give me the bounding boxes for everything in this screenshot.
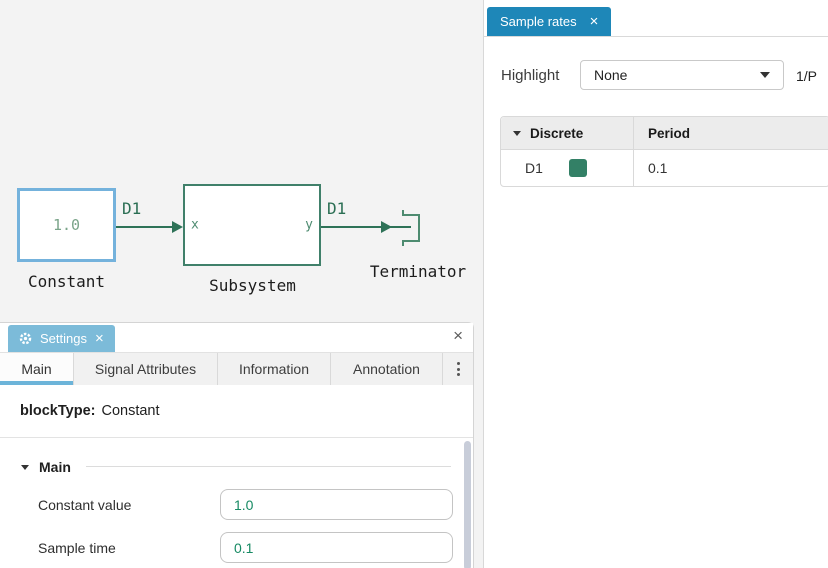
constant-value-label: Constant value xyxy=(38,497,131,513)
constant-value-input[interactable] xyxy=(220,489,453,520)
rate-color-swatch xyxy=(569,159,587,177)
close-icon[interactable]: × xyxy=(95,331,104,346)
signal-label-d1-2[interactable]: D1 xyxy=(327,199,346,218)
settings-content: Main Constant value Sample time xyxy=(0,438,473,568)
rate-period-cell: 0.1 xyxy=(633,150,828,186)
highlight-dropdown[interactable]: None xyxy=(580,60,784,90)
tab-sample-rates-label: Sample rates xyxy=(500,14,577,29)
subsystem-input-port: x xyxy=(191,218,199,233)
gear-icon xyxy=(19,332,32,345)
table-header-row: Discrete Period xyxy=(501,117,828,150)
close-icon[interactable]: × xyxy=(590,14,599,29)
rate-legend: 1/P xyxy=(796,68,817,84)
sample-rates-table: Discrete Period D1 0.1 xyxy=(500,116,828,187)
tab-sample-rates[interactable]: Sample rates × xyxy=(487,7,611,36)
terminator-block-label: Terminator xyxy=(368,262,468,281)
tab-signal-attributes[interactable]: Signal Attributes xyxy=(74,353,218,385)
close-icon[interactable]: × xyxy=(453,327,463,344)
tab-settings-label: Settings xyxy=(40,331,87,346)
settings-panel: Settings × × Main Signal Attributes Info… xyxy=(0,322,474,568)
subsystem-output-port: y xyxy=(305,218,313,233)
panel-divider xyxy=(484,36,828,37)
tab-annotation-label: Annotation xyxy=(353,361,420,377)
tab-overflow-menu[interactable] xyxy=(443,353,473,385)
rate-period: 0.1 xyxy=(648,160,667,176)
table-row[interactable]: D1 0.1 xyxy=(501,150,828,186)
tab-information[interactable]: Information xyxy=(218,353,331,385)
signal-arrowhead-2 xyxy=(381,221,392,233)
section-main-header[interactable]: Main xyxy=(21,459,71,475)
sample-time-label: Sample time xyxy=(38,540,116,556)
column-header-discrete[interactable]: Discrete xyxy=(501,117,633,149)
tab-settings[interactable]: Settings × xyxy=(8,325,115,352)
block-type-row: blockType: Constant xyxy=(0,385,473,438)
column-header-period-label: Period xyxy=(648,126,690,141)
highlight-dropdown-value: None xyxy=(594,67,627,83)
settings-scrollbar[interactable] xyxy=(464,441,471,568)
collapse-icon xyxy=(513,131,521,136)
column-header-period[interactable]: Period xyxy=(633,117,828,149)
constant-block[interactable]: 1.0 xyxy=(17,188,116,262)
block-type-label: blockType: xyxy=(20,403,95,419)
constant-block-value: 1.0 xyxy=(53,216,80,234)
collapse-icon xyxy=(21,465,29,470)
section-main-title: Main xyxy=(39,459,71,475)
rate-name-cell: D1 xyxy=(501,150,633,186)
signal-arrowhead-1 xyxy=(172,221,183,233)
signal-label-d1-1[interactable]: D1 xyxy=(122,199,141,218)
sample-time-input[interactable] xyxy=(220,532,453,563)
settings-panel-header: Settings × × xyxy=(0,323,473,352)
sample-rates-panel: Sample rates × Highlight None 1/P Discre… xyxy=(483,0,828,568)
simulink-editor: 1.0 Constant D1 x y Subsystem D1 Termina… xyxy=(0,0,828,568)
settings-tabstrip: Main Signal Attributes Information Annot… xyxy=(0,352,473,385)
tab-information-label: Information xyxy=(239,361,309,377)
terminator-icon xyxy=(403,210,419,246)
tab-main-label: Main xyxy=(21,361,51,377)
chevron-down-icon xyxy=(760,72,770,78)
rate-name: D1 xyxy=(525,160,543,176)
kebab-icon xyxy=(457,362,460,376)
subsystem-block-label: Subsystem xyxy=(160,276,345,295)
section-divider xyxy=(86,466,451,467)
subsystem-block[interactable]: x y xyxy=(183,184,321,266)
constant-block-label: Constant xyxy=(17,272,116,291)
highlight-label: Highlight xyxy=(501,67,559,84)
block-type-value: Constant xyxy=(101,403,159,419)
tab-main[interactable]: Main xyxy=(0,353,74,385)
column-header-discrete-label: Discrete xyxy=(530,126,583,141)
tab-signal-attributes-label: Signal Attributes xyxy=(95,361,196,377)
tab-annotation[interactable]: Annotation xyxy=(331,353,443,385)
